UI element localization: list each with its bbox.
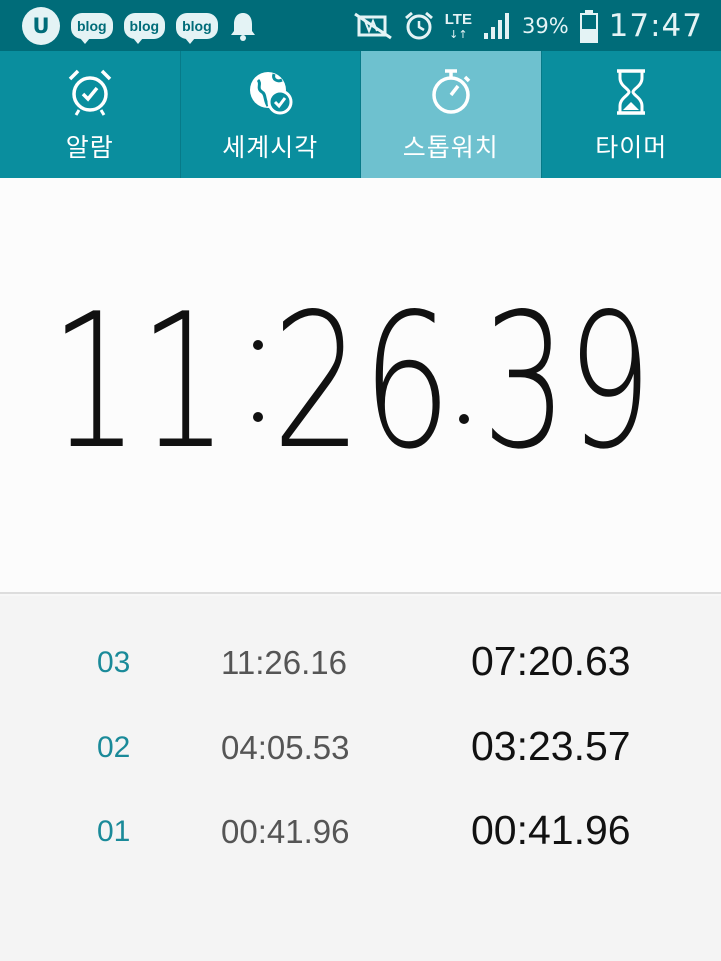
- tab-stopwatch-label: 스톱워치: [402, 132, 499, 162]
- lap-number: 01: [97, 815, 131, 848]
- status-bar: U blog blog blog LTE ↓↑ 39% 17:47: [0, 0, 721, 51]
- stopwatch-icon: [432, 68, 470, 114]
- alarm-clock-icon: [404, 11, 433, 39]
- tab-world-clock[interactable]: 세계시각: [181, 51, 361, 178]
- tab-timer[interactable]: 타이머: [542, 51, 721, 178]
- tab-world-clock-label: 세계시각: [222, 132, 319, 162]
- lap-split-time: 07:20.63: [471, 638, 631, 684]
- alarm-icon: [68, 69, 111, 116]
- lap-total-time: 00:41.96: [221, 813, 350, 850]
- elapsed-hundredths: 39: [482, 298, 652, 490]
- tab-alarm[interactable]: 알람: [0, 51, 181, 178]
- clock: 17:47: [608, 7, 703, 44]
- stopwatch-display-panel: 11 26 39: [0, 178, 721, 594]
- time-decimal-point: [459, 414, 469, 424]
- lap-split-time: 03:23.57: [471, 723, 631, 769]
- tab-stopwatch[interactable]: 스톱워치: [361, 51, 542, 178]
- elapsed-time-display: 11 26 39: [50, 298, 652, 490]
- lap-row: 02 04:05.53 03:23.57: [0, 719, 721, 779]
- lap-number: 02: [97, 731, 131, 764]
- network-type-label: LTE: [444, 10, 472, 28]
- signal-icon: [483, 12, 509, 39]
- elapsed-minutes: 11: [50, 298, 228, 490]
- lap-row: 01 00:41.96 00:41.96: [0, 803, 721, 863]
- network-activity-arrows: ↓↑: [449, 27, 468, 41]
- tab-timer-label: 타이머: [595, 132, 668, 162]
- notification-icons: U blog blog blog: [0, 6, 260, 45]
- tab-alarm-label: 알람: [65, 132, 114, 162]
- lap-row: 03 11:26.16 07:20.63: [0, 634, 721, 694]
- lap-total-time: 04:05.53: [221, 729, 350, 766]
- elapsed-seconds: 26: [272, 298, 452, 490]
- notification-bell-icon: [230, 12, 255, 41]
- battery-icon: [579, 9, 598, 43]
- tab-bar: 알람 세계시각 스톱워치 타이머: [0, 51, 721, 178]
- blog-notification-icon: blog: [176, 12, 218, 44]
- world-clock-icon: [250, 71, 293, 114]
- lap-split-time: 00:41.96: [471, 807, 631, 853]
- blog-notification-icon: blog: [71, 12, 113, 44]
- lap-number: 03: [97, 646, 131, 679]
- system-indicators: LTE ↓↑ 39% 17:47: [353, 0, 703, 51]
- lap-total-time: 11:26.16: [221, 644, 348, 681]
- lap-list: 03 11:26.16 07:20.63 02 04:05.53 03:23.5…: [0, 596, 721, 961]
- time-colon-top: [253, 340, 263, 350]
- network-type-indicator: LTE ↓↑: [445, 11, 472, 41]
- mute-icon: [353, 12, 392, 39]
- stopwatch-screen: U blog blog blog LTE ↓↑ 39% 17:47 알람 세계시…: [0, 0, 721, 961]
- blog-notification-icon: blog: [123, 12, 166, 44]
- battery-percentage: 39%: [521, 13, 569, 38]
- time-colon-bottom: [253, 412, 263, 422]
- app-notification-icon: U: [22, 6, 60, 45]
- hourglass-icon: [617, 68, 646, 115]
